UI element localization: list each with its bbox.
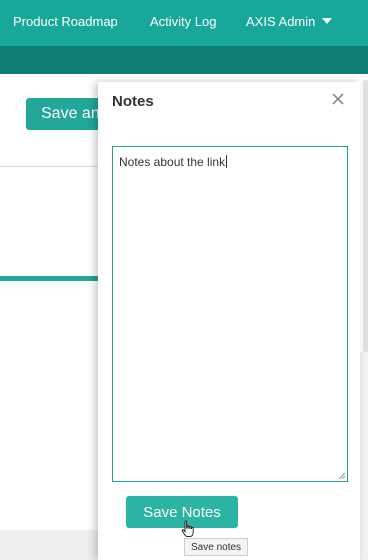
hand-cursor-icon — [181, 520, 194, 538]
background-footer — [0, 530, 100, 560]
nav-link-product-roadmap[interactable]: Product Roadmap — [13, 14, 118, 29]
top-nav: Product Roadmap Activity Log AXIS Admin — [0, 0, 368, 46]
panel-title: Notes — [112, 93, 154, 110]
sub-nav-bar — [0, 46, 368, 74]
scrollbar[interactable] — [363, 80, 368, 352]
resize-handle-icon[interactable] — [338, 472, 346, 480]
progress-line — [0, 276, 100, 281]
notes-panel: Notes Notes about the link Save Notes — [98, 82, 360, 560]
text-cursor — [226, 155, 228, 168]
user-menu-label: AXIS Admin — [246, 14, 316, 29]
divider — [0, 166, 100, 167]
nav-user-menu[interactable]: AXIS Admin — [246, 14, 333, 29]
notes-textarea[interactable]: Notes about the link — [112, 146, 348, 482]
caret-down-icon — [322, 18, 333, 24]
tooltip: Save notes — [184, 538, 249, 556]
close-icon[interactable] — [330, 91, 346, 107]
nav-link-activity-log[interactable]: Activity Log — [150, 14, 216, 29]
notes-text: Notes about the link — [119, 155, 226, 169]
